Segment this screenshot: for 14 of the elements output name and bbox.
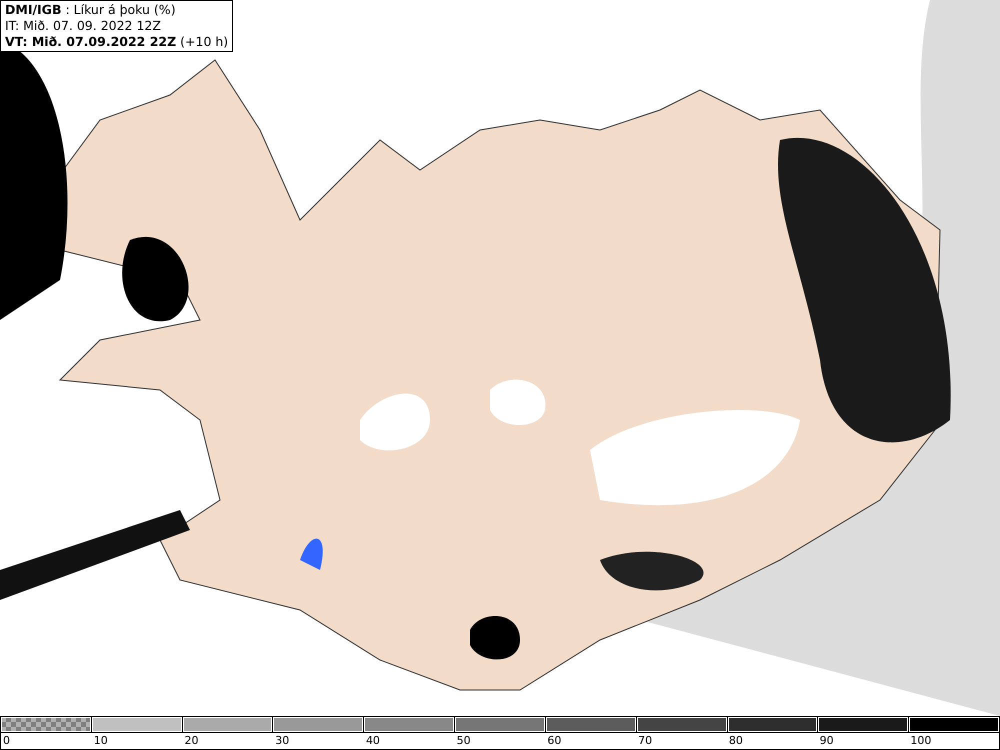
colorbar-label: 10 [94,733,108,748]
colorbar-label: 80 [728,733,743,748]
info-text: IT: Mið. 07. 09. 2022 12Z [5,18,162,34]
info-text: VT: Mið. 07.09.2022 22Z (+10 h) [5,34,228,50]
info-text: DMI/IGB : Líkur á þoku (%) [5,2,177,18]
colorbar-label: 70 [638,733,652,748]
colorbar-label: 60 [547,733,562,748]
colorbar-label: 40 [366,733,380,748]
colorbar-label: 100 [910,733,932,748]
colorbar-label: 0 [3,733,10,748]
colorbar-label: 50 [456,733,471,748]
colorbar-label: 20 [184,733,198,748]
colorbar-label: 30 [275,733,290,748]
colorbar-label: 90 [820,733,834,748]
